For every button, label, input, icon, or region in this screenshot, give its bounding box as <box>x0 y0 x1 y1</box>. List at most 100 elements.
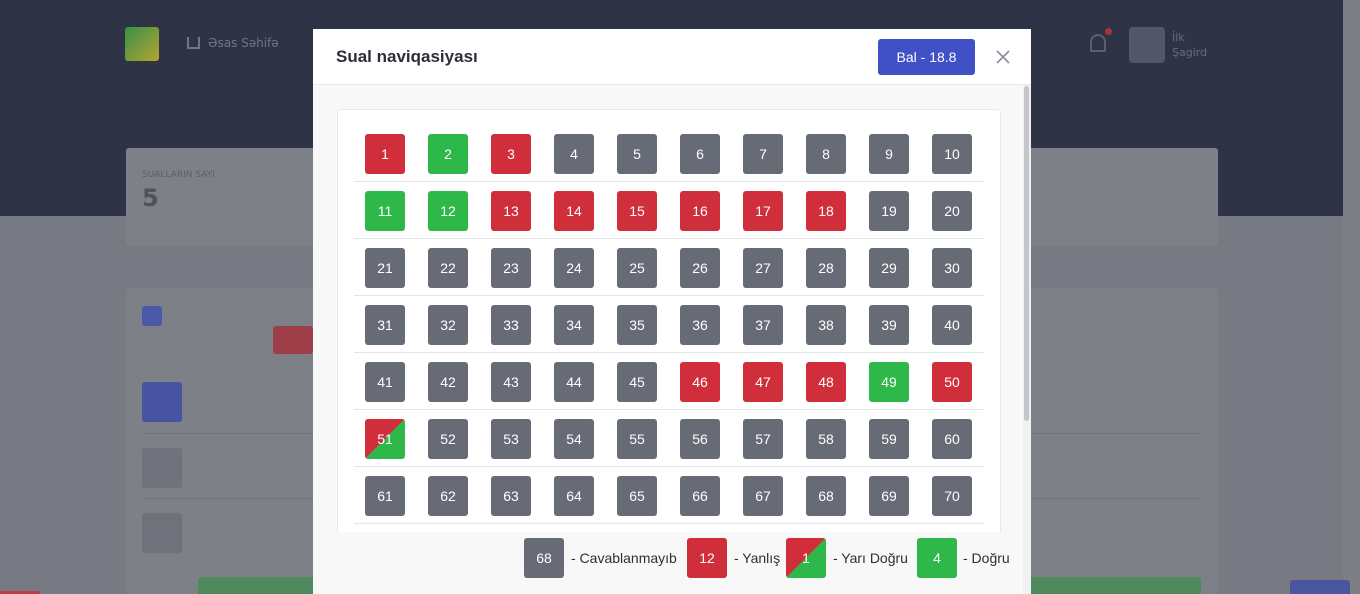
question-button[interactable]: 64 <box>554 476 594 516</box>
question-button[interactable]: 24 <box>554 248 594 288</box>
question-button[interactable]: 37 <box>743 305 783 345</box>
question-button[interactable]: 44 <box>554 362 594 402</box>
question-button[interactable]: 32 <box>428 305 468 345</box>
question-button[interactable]: 14 <box>554 191 594 231</box>
question-row: 11 12 13 14 15 16 17 18 19 20 <box>354 182 984 239</box>
scroll-thumb[interactable] <box>1024 86 1029 421</box>
question-button[interactable]: 1 <box>365 134 405 174</box>
question-button[interactable]: 23 <box>491 248 531 288</box>
question-button[interactable]: 16 <box>680 191 720 231</box>
question-button[interactable]: 4 <box>554 134 594 174</box>
question-button[interactable]: 65 <box>617 476 657 516</box>
question-button[interactable]: 10 <box>932 134 972 174</box>
question-button[interactable]: 38 <box>806 305 846 345</box>
avatar[interactable] <box>1129 27 1165 63</box>
question-row: 1 2 3 4 5 6 7 8 9 10 <box>354 125 984 182</box>
question-button[interactable]: 8 <box>806 134 846 174</box>
question-button[interactable]: 30 <box>932 248 972 288</box>
option-marker[interactable] <box>142 513 182 553</box>
question-button[interactable]: 7 <box>743 134 783 174</box>
question-button[interactable]: 50 <box>932 362 972 402</box>
question-button[interactable]: 5 <box>617 134 657 174</box>
question-button[interactable]: 62 <box>428 476 468 516</box>
question-button[interactable]: 35 <box>617 305 657 345</box>
close-button[interactable] <box>991 45 1015 69</box>
page-scrollbar[interactable] <box>1343 0 1360 594</box>
question-button[interactable]: 70 <box>932 476 972 516</box>
question-button[interactable]: 47 <box>743 362 783 402</box>
question-button[interactable]: 33 <box>491 305 531 345</box>
question-button[interactable]: 56 <box>680 419 720 459</box>
question-button[interactable]: 28 <box>806 248 846 288</box>
question-button[interactable]: 27 <box>743 248 783 288</box>
question-button[interactable]: 54 <box>554 419 594 459</box>
question-button[interactable]: 60 <box>932 419 972 459</box>
legend-count-half: 1 <box>786 538 826 578</box>
option-marker[interactable] <box>142 448 182 488</box>
question-row: 61 62 63 64 65 66 67 68 69 70 <box>354 467 984 524</box>
question-row: 21 22 23 24 25 26 27 28 29 30 <box>354 239 984 296</box>
question-button[interactable]: 59 <box>869 419 909 459</box>
question-button[interactable]: 15 <box>617 191 657 231</box>
question-button[interactable]: 68 <box>806 476 846 516</box>
question-button[interactable]: 55 <box>617 419 657 459</box>
question-button[interactable]: 13 <box>491 191 531 231</box>
question-button[interactable]: 17 <box>743 191 783 231</box>
question-button[interactable]: 66 <box>680 476 720 516</box>
question-button[interactable]: 31 <box>365 305 405 345</box>
question-button[interactable]: 46 <box>680 362 720 402</box>
question-button[interactable]: 34 <box>554 305 594 345</box>
stat-value: 5 <box>142 184 159 212</box>
question-button[interactable]: 36 <box>680 305 720 345</box>
question-button[interactable]: 41 <box>365 362 405 402</box>
question-button[interactable]: 42 <box>428 362 468 402</box>
question-button[interactable]: 19 <box>869 191 909 231</box>
bell-icon[interactable] <box>1090 34 1106 52</box>
question-button[interactable]: 12 <box>428 191 468 231</box>
question-number-badge <box>142 306 162 326</box>
legend-count-unanswered: 68 <box>524 538 564 578</box>
question-button[interactable]: 39 <box>869 305 909 345</box>
user-role: Şagird <box>1172 46 1208 59</box>
score-button[interactable]: Bal - 18.8 <box>878 39 975 75</box>
question-button[interactable]: 51 <box>365 419 405 459</box>
question-button[interactable]: 2 <box>428 134 468 174</box>
question-grid: 1 2 3 4 5 6 7 8 9 10 11 12 13 14 15 16 17 18 19 20 21 22 23 24 2… <box>337 109 1001 594</box>
question-button[interactable]: 45 <box>617 362 657 402</box>
question-button[interactable]: 29 <box>869 248 909 288</box>
notification-dot <box>1105 28 1112 35</box>
modal-scrollbar[interactable] <box>1023 85 1031 594</box>
nav-home[interactable]: Əsas Səhifə <box>187 36 279 50</box>
question-button[interactable]: 52 <box>428 419 468 459</box>
question-button[interactable]: 61 <box>365 476 405 516</box>
question-button[interactable]: 67 <box>743 476 783 516</box>
nav-home-label: Əsas Səhifə <box>208 36 279 50</box>
question-button[interactable]: 22 <box>428 248 468 288</box>
question-button[interactable]: 57 <box>743 419 783 459</box>
question-button[interactable]: 49 <box>869 362 909 402</box>
legend-label-wrong: - Yanlış <box>734 550 781 566</box>
question-button[interactable]: 63 <box>491 476 531 516</box>
legend-count-correct: 4 <box>917 538 957 578</box>
question-button[interactable]: 69 <box>869 476 909 516</box>
question-button[interactable]: 40 <box>932 305 972 345</box>
question-button[interactable]: 6 <box>680 134 720 174</box>
question-button[interactable]: 9 <box>869 134 909 174</box>
stat-label: SUALLARIN SAYI <box>142 170 215 180</box>
question-button[interactable]: 25 <box>617 248 657 288</box>
question-button[interactable]: 18 <box>806 191 846 231</box>
question-button[interactable]: 3 <box>491 134 531 174</box>
question-button[interactable]: 21 <box>365 248 405 288</box>
question-button[interactable]: 26 <box>680 248 720 288</box>
question-button[interactable]: 58 <box>806 419 846 459</box>
background-blue-button[interactable] <box>1290 580 1350 594</box>
close-icon <box>996 50 1010 64</box>
question-button[interactable]: 53 <box>491 419 531 459</box>
question-button[interactable]: 48 <box>806 362 846 402</box>
option-marker[interactable] <box>142 382 182 422</box>
question-button[interactable]: 20 <box>932 191 972 231</box>
question-navigation-modal: Sual naviqasiyası Bal - 18.8 1 2 3 4 5 6 7 8 9 10… <box>313 29 1031 594</box>
background-red-button[interactable] <box>273 326 313 354</box>
question-button[interactable]: 43 <box>491 362 531 402</box>
question-button[interactable]: 11 <box>365 191 405 231</box>
